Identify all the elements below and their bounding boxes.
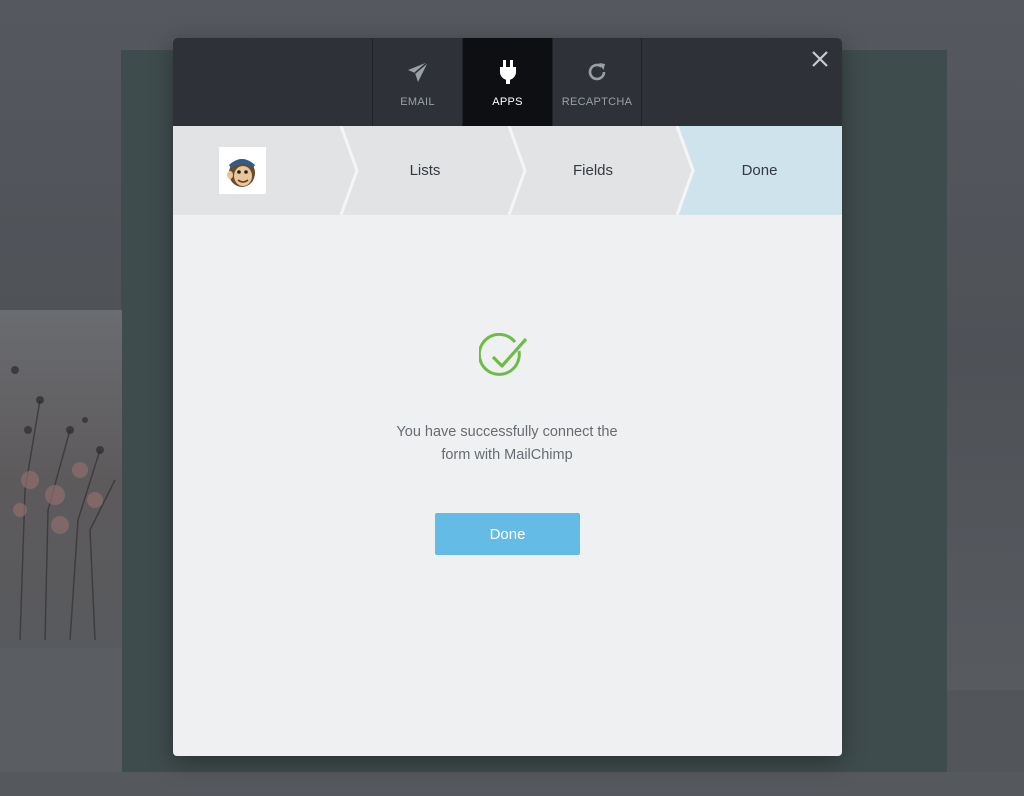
background-photo bbox=[0, 310, 122, 650]
tab-recaptcha[interactable]: RECAPTCHA bbox=[552, 38, 642, 126]
modal-header: EMAIL APPS RECAPTCHA bbox=[173, 38, 842, 126]
step-fields[interactable]: Fields bbox=[509, 126, 677, 215]
steps-bar: Lists Fields Done bbox=[173, 126, 842, 215]
step-done[interactable]: Done bbox=[677, 126, 842, 215]
integration-modal: EMAIL APPS RECAPTCHA Lists Fields Done Y… bbox=[173, 38, 842, 756]
paper-plane-icon bbox=[404, 58, 432, 86]
success-message: You have successfully connect the form w… bbox=[357, 421, 657, 467]
success-message-line-2: form with MailChimp bbox=[441, 447, 573, 463]
tab-recaptcha-label: RECAPTCHA bbox=[561, 96, 633, 108]
plug-icon bbox=[494, 58, 522, 86]
tab-apps[interactable]: APPS bbox=[462, 38, 552, 126]
tab-apps-label: APPS bbox=[492, 96, 523, 108]
success-message-line-1: You have successfully connect the bbox=[396, 424, 618, 440]
close-button[interactable] bbox=[809, 50, 831, 72]
step-mailchimp[interactable] bbox=[173, 126, 341, 215]
close-icon bbox=[811, 50, 829, 73]
refresh-icon bbox=[583, 58, 611, 86]
done-button[interactable]: Done bbox=[435, 513, 580, 555]
tab-email[interactable]: EMAIL bbox=[372, 38, 462, 126]
tab-email-label: EMAIL bbox=[400, 96, 435, 108]
step-lists[interactable]: Lists bbox=[341, 126, 509, 215]
check-circle-icon bbox=[477, 332, 531, 383]
success-content: You have successfully connect the form w… bbox=[173, 215, 842, 756]
background-bottom bbox=[0, 772, 1024, 796]
mailchimp-logo bbox=[218, 147, 266, 194]
